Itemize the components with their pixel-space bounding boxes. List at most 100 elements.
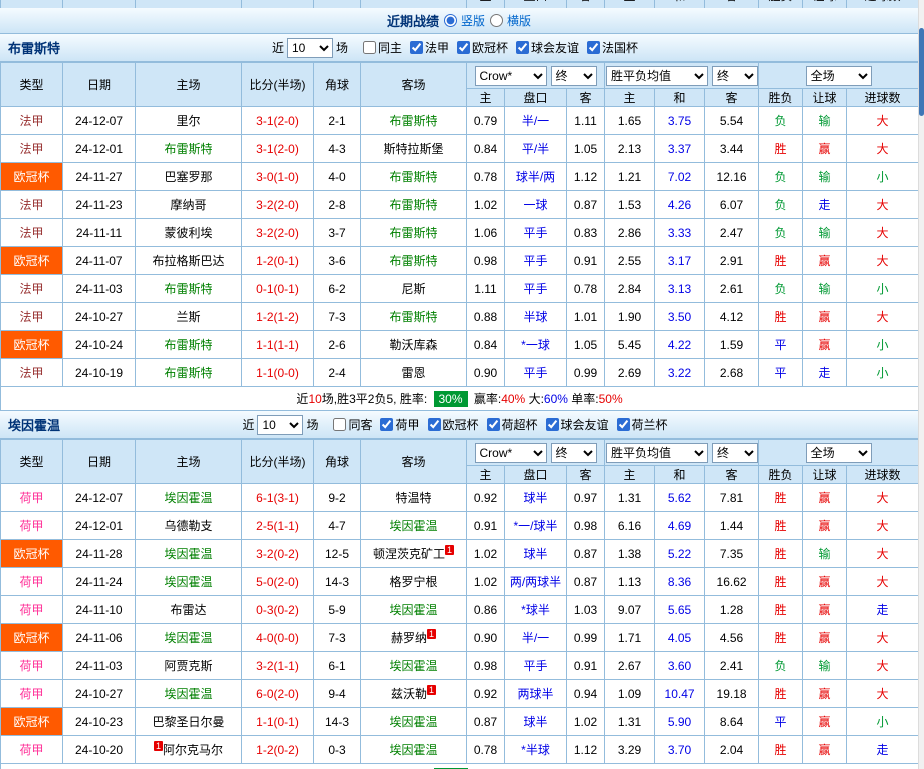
away-team: 赫罗纳 1: [360, 623, 467, 652]
scrollbar-thumb[interactable]: [919, 28, 924, 116]
odds-time-select[interactable]: 终: [550, 65, 597, 86]
filter-option[interactable]: 欧冠杯: [427, 416, 479, 433]
team-text: 格罗宁根: [389, 575, 438, 589]
odds-handicap: 半球: [504, 302, 567, 331]
games-count-select[interactable]: 10: [286, 37, 333, 58]
filter-checkbox[interactable]: [427, 418, 441, 431]
bookmaker-select[interactable]: Crow*: [474, 65, 547, 86]
filter-checkbox[interactable]: [616, 418, 630, 431]
away-team: 埃因霍温: [360, 651, 467, 680]
match-row: 法甲 24-11-23 摩纳哥 3-2(2-0) 2-8 布雷斯特 1.02 一…: [0, 190, 920, 219]
filter-option[interactable]: 法国杯: [587, 39, 638, 56]
odds-time-select[interactable]: 终: [550, 442, 597, 463]
away-team: 特温特: [360, 483, 467, 512]
odds-away: 0.91: [565, 246, 606, 275]
corner-score: 0-3: [313, 735, 361, 764]
filter-checkbox[interactable]: [457, 41, 470, 54]
corner-score: 14-3: [313, 567, 361, 596]
match-score: 1-1(1-1): [241, 330, 314, 359]
page-title: 近期战绩: [386, 14, 439, 29]
title-bar: 近期战绩 竖版 横版: [0, 8, 918, 34]
match-date: 24-10-19: [62, 358, 136, 387]
match-row: 法甲 24-12-07 里尔 3-1(2-0) 2-1 布雷斯特 0.79 半/…: [0, 106, 920, 135]
avg-draw: 3.37: [654, 134, 706, 163]
scrollbar[interactable]: [918, 0, 924, 769]
match-row: 欧冠杯 24-11-28 埃因霍温 3-2(0-2) 12-5 顿涅茨克矿工 1 …: [0, 539, 920, 568]
avg-draw: 3.22: [654, 358, 706, 387]
filter-option[interactable]: 荷超杯: [486, 416, 538, 433]
summary-row: 近10场,胜3平2负5, 胜率: 30% 赢率:40% 大:60% 单率:50%: [0, 386, 920, 411]
filter-checkbox[interactable]: [486, 418, 500, 431]
odds-away: 1.05: [565, 134, 606, 163]
filter-checkbox[interactable]: [587, 41, 601, 54]
home-team: 埃因霍温: [135, 539, 242, 568]
corner-score: 7-3: [313, 623, 361, 652]
avg-away: 8.64: [704, 707, 760, 736]
avg-time-select[interactable]: 终: [712, 65, 758, 86]
league-type: 欧冠杯: [0, 707, 63, 736]
vertical-label: 竖版: [460, 14, 485, 28]
avg-home: 1.53: [604, 190, 656, 219]
filter-option[interactable]: 法甲: [409, 39, 449, 56]
avg-draw: 5.90: [654, 707, 706, 736]
result-handicap: 走: [802, 190, 848, 219]
match-row: 欧冠杯 24-11-27 巴塞罗那 3-0(1-0) 4-0 布雷斯特 0.78…: [0, 162, 920, 191]
team-text: 特温特: [395, 491, 432, 505]
filter-checkbox[interactable]: [545, 418, 559, 431]
odds-away: 1.02: [565, 707, 606, 736]
vertical-radio[interactable]: [443, 14, 457, 27]
filter-option[interactable]: 球会友谊: [545, 416, 609, 433]
result-goals: 大: [846, 511, 920, 540]
avg-select[interactable]: 胜平负均值: [606, 65, 709, 86]
filter-checkbox[interactable]: [380, 418, 394, 431]
filter-option[interactable]: 荷甲: [380, 416, 420, 433]
league-type: 荷甲: [0, 511, 63, 540]
result-goals: 大: [846, 218, 920, 247]
avg-away: 1.59: [704, 330, 760, 359]
scope-group-header: 全场: [758, 62, 920, 89]
match-date: 24-11-23: [62, 190, 136, 219]
avg-home: 2.13: [604, 134, 656, 163]
filter-option[interactable]: 荷兰杯: [616, 416, 668, 433]
result-wdl: 胜: [758, 134, 804, 163]
clipped-cell: 主: [466, 0, 505, 8]
scope-select[interactable]: 全场: [805, 442, 872, 463]
odds-handicap: 球半: [504, 707, 567, 736]
odds-home: 0.98: [466, 651, 505, 680]
avg-select[interactable]: 胜平负均值: [606, 442, 709, 463]
avg-group-header: 胜平负均值 终: [604, 439, 760, 466]
filter-option[interactable]: 同主: [362, 39, 402, 56]
match-score: 3-2(1-1): [241, 651, 314, 680]
odds-away: 0.87: [565, 567, 606, 596]
odds-handicap: 平手: [504, 218, 567, 247]
section-header-bar: 埃因霍温 近 10 场 同客 荷甲 欧冠杯 荷超杯 球会友谊 荷兰杯: [0, 411, 918, 439]
match-score: 1-1(0-0): [241, 358, 314, 387]
subheader-cell: 和: [654, 465, 706, 484]
match-row: 欧冠杯 24-11-06 埃因霍温 4-0(0-0) 7-3 赫罗纳 1 0.90…: [0, 623, 920, 652]
filter-checkbox[interactable]: [362, 41, 376, 54]
avg-draw: 8.36: [654, 567, 706, 596]
view-vertical-option[interactable]: 竖版: [443, 12, 485, 29]
filter-checkbox[interactable]: [516, 41, 530, 54]
bookmaker-select[interactable]: Crow*: [474, 442, 547, 463]
filter-option[interactable]: 同客: [333, 416, 372, 433]
result-handicap: 赢: [802, 330, 848, 359]
scope-select[interactable]: 全场: [805, 65, 872, 86]
result-goals: 大: [846, 651, 920, 680]
filter-checkbox[interactable]: [333, 418, 347, 431]
odds-home: 0.91: [466, 511, 505, 540]
match-row: 荷甲 24-10-20 1 阿尔克马尔 1-2(0-2) 0-3 埃因霍温 0.7…: [0, 735, 920, 764]
view-horizontal-option[interactable]: 横版: [490, 12, 531, 29]
games-count-select[interactable]: 10: [257, 414, 304, 435]
filter-checkbox[interactable]: [409, 41, 423, 54]
result-wdl: 胜: [758, 539, 804, 568]
summary-text: 单率:: [567, 392, 599, 406]
avg-time-select[interactable]: 终: [712, 442, 758, 463]
filter-option[interactable]: 欧冠杯: [457, 39, 508, 56]
avg-home: 2.86: [604, 218, 656, 247]
league-type: 法甲: [0, 302, 63, 331]
team-text: 埃因霍温: [164, 547, 213, 561]
clipped-cell: 盘口: [504, 0, 567, 8]
filter-option[interactable]: 球会友谊: [516, 39, 579, 56]
horizontal-radio[interactable]: [490, 14, 503, 27]
